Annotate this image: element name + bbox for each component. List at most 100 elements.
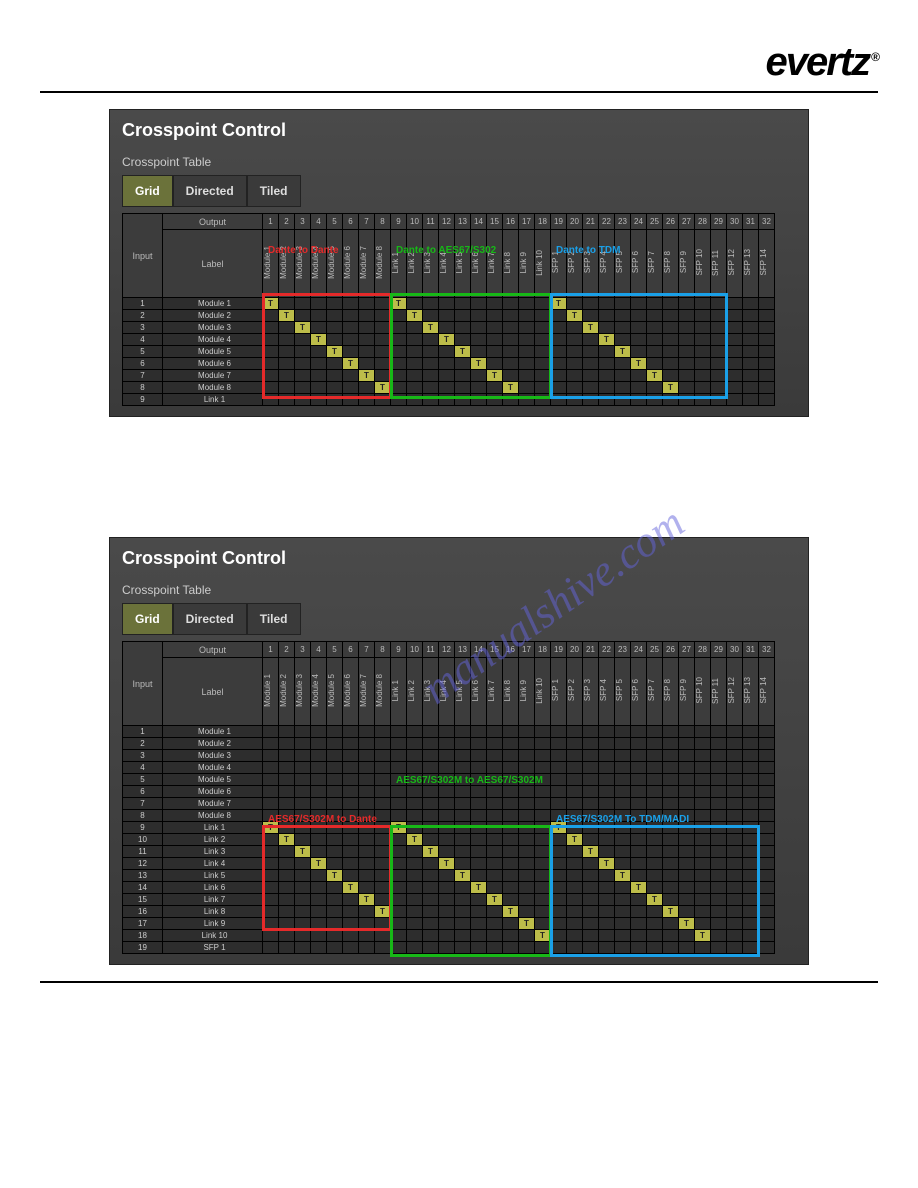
crosspoint-cell[interactable] xyxy=(599,894,615,906)
crosspoint-cell[interactable] xyxy=(503,918,519,930)
crosspoint-cell[interactable] xyxy=(583,930,599,942)
crosspoint-cell[interactable] xyxy=(551,774,567,786)
crosspoint-cell[interactable] xyxy=(695,846,711,858)
crosspoint-cell[interactable]: T xyxy=(615,870,631,882)
crosspoint-cell[interactable] xyxy=(263,882,279,894)
crosspoint-cell[interactable] xyxy=(727,750,743,762)
crosspoint-cell[interactable] xyxy=(503,798,519,810)
crosspoint-cell[interactable]: T xyxy=(375,382,391,394)
crosspoint-cell[interactable]: T xyxy=(359,894,375,906)
crosspoint-cell[interactable] xyxy=(695,310,711,322)
crosspoint-cell[interactable] xyxy=(631,846,647,858)
crosspoint-cell[interactable] xyxy=(711,762,727,774)
crosspoint-cell[interactable] xyxy=(695,870,711,882)
crosspoint-cell[interactable] xyxy=(663,882,679,894)
crosspoint-cell[interactable] xyxy=(615,774,631,786)
crosspoint-cell[interactable] xyxy=(567,846,583,858)
crosspoint-cell[interactable] xyxy=(535,358,551,370)
crosspoint-cell[interactable] xyxy=(471,942,487,954)
crosspoint-cell[interactable] xyxy=(727,858,743,870)
crosspoint-cell[interactable] xyxy=(327,762,343,774)
crosspoint-cell[interactable] xyxy=(375,930,391,942)
crosspoint-cell[interactable] xyxy=(263,846,279,858)
crosspoint-cell[interactable] xyxy=(487,942,503,954)
crosspoint-cell[interactable] xyxy=(295,810,311,822)
crosspoint-cell[interactable] xyxy=(343,918,359,930)
crosspoint-cell[interactable] xyxy=(263,834,279,846)
crosspoint-cell[interactable] xyxy=(407,346,423,358)
crosspoint-cell[interactable] xyxy=(455,894,471,906)
crosspoint-cell[interactable] xyxy=(663,822,679,834)
crosspoint-cell[interactable]: T xyxy=(343,882,359,894)
crosspoint-cell[interactable] xyxy=(759,846,775,858)
crosspoint-cell[interactable] xyxy=(391,346,407,358)
crosspoint-cell[interactable] xyxy=(391,834,407,846)
crosspoint-cell[interactable]: T xyxy=(295,846,311,858)
crosspoint-cell[interactable]: T xyxy=(583,846,599,858)
crosspoint-cell[interactable] xyxy=(535,882,551,894)
crosspoint-cell[interactable] xyxy=(695,762,711,774)
crosspoint-cell[interactable] xyxy=(327,882,343,894)
crosspoint-cell[interactable]: T xyxy=(263,298,279,310)
crosspoint-cell[interactable]: T xyxy=(407,834,423,846)
crosspoint-cell[interactable] xyxy=(567,858,583,870)
crosspoint-cell[interactable] xyxy=(343,726,359,738)
crosspoint-cell[interactable] xyxy=(263,762,279,774)
crosspoint-cell[interactable] xyxy=(519,762,535,774)
crosspoint-cell[interactable] xyxy=(407,334,423,346)
crosspoint-cell[interactable] xyxy=(695,822,711,834)
crosspoint-cell[interactable] xyxy=(455,738,471,750)
crosspoint-cell[interactable] xyxy=(327,786,343,798)
crosspoint-cell[interactable] xyxy=(375,726,391,738)
crosspoint-cell[interactable] xyxy=(279,774,295,786)
crosspoint-cell[interactable] xyxy=(327,798,343,810)
crosspoint-cell[interactable] xyxy=(439,298,455,310)
crosspoint-cell[interactable]: T xyxy=(487,894,503,906)
crosspoint-cell[interactable] xyxy=(439,942,455,954)
crosspoint-cell[interactable] xyxy=(311,310,327,322)
crosspoint-cell[interactable] xyxy=(583,382,599,394)
crosspoint-cell[interactable] xyxy=(695,322,711,334)
crosspoint-cell[interactable] xyxy=(647,822,663,834)
crosspoint-cell[interactable]: T xyxy=(263,822,279,834)
crosspoint-cell[interactable]: T xyxy=(439,334,455,346)
crosspoint-cell[interactable] xyxy=(455,906,471,918)
crosspoint-cell[interactable] xyxy=(423,358,439,370)
crosspoint-cell[interactable] xyxy=(727,930,743,942)
crosspoint-cell[interactable] xyxy=(359,750,375,762)
crosspoint-cell[interactable] xyxy=(679,370,695,382)
crosspoint-cell[interactable]: T xyxy=(471,882,487,894)
crosspoint-cell[interactable] xyxy=(263,774,279,786)
crosspoint-cell[interactable] xyxy=(503,930,519,942)
crosspoint-cell[interactable] xyxy=(343,942,359,954)
crosspoint-cell[interactable] xyxy=(615,882,631,894)
crosspoint-cell[interactable] xyxy=(311,762,327,774)
crosspoint-cell[interactable] xyxy=(567,322,583,334)
crosspoint-cell[interactable] xyxy=(679,334,695,346)
crosspoint-cell[interactable] xyxy=(263,942,279,954)
crosspoint-cell[interactable] xyxy=(727,322,743,334)
crosspoint-cell[interactable] xyxy=(551,858,567,870)
crosspoint-cell[interactable] xyxy=(759,334,775,346)
crosspoint-cell[interactable] xyxy=(311,834,327,846)
crosspoint-cell[interactable] xyxy=(727,786,743,798)
crosspoint-cell[interactable] xyxy=(759,858,775,870)
crosspoint-cell[interactable] xyxy=(727,358,743,370)
crosspoint-cell[interactable] xyxy=(647,942,663,954)
crosspoint-cell[interactable] xyxy=(727,298,743,310)
crosspoint-cell[interactable] xyxy=(407,810,423,822)
crosspoint-cell[interactable] xyxy=(695,918,711,930)
crosspoint-cell[interactable] xyxy=(295,942,311,954)
crosspoint-cell[interactable] xyxy=(743,846,759,858)
crosspoint-cell[interactable] xyxy=(695,346,711,358)
crosspoint-cell[interactable]: T xyxy=(471,358,487,370)
crosspoint-cell[interactable] xyxy=(263,370,279,382)
crosspoint-cell[interactable] xyxy=(615,786,631,798)
crosspoint-cell[interactable] xyxy=(695,774,711,786)
crosspoint-cell[interactable] xyxy=(727,774,743,786)
crosspoint-cell[interactable] xyxy=(535,382,551,394)
crosspoint-cell[interactable]: T xyxy=(551,298,567,310)
crosspoint-cell[interactable] xyxy=(375,882,391,894)
crosspoint-cell[interactable] xyxy=(263,858,279,870)
crosspoint-cell[interactable] xyxy=(455,810,471,822)
